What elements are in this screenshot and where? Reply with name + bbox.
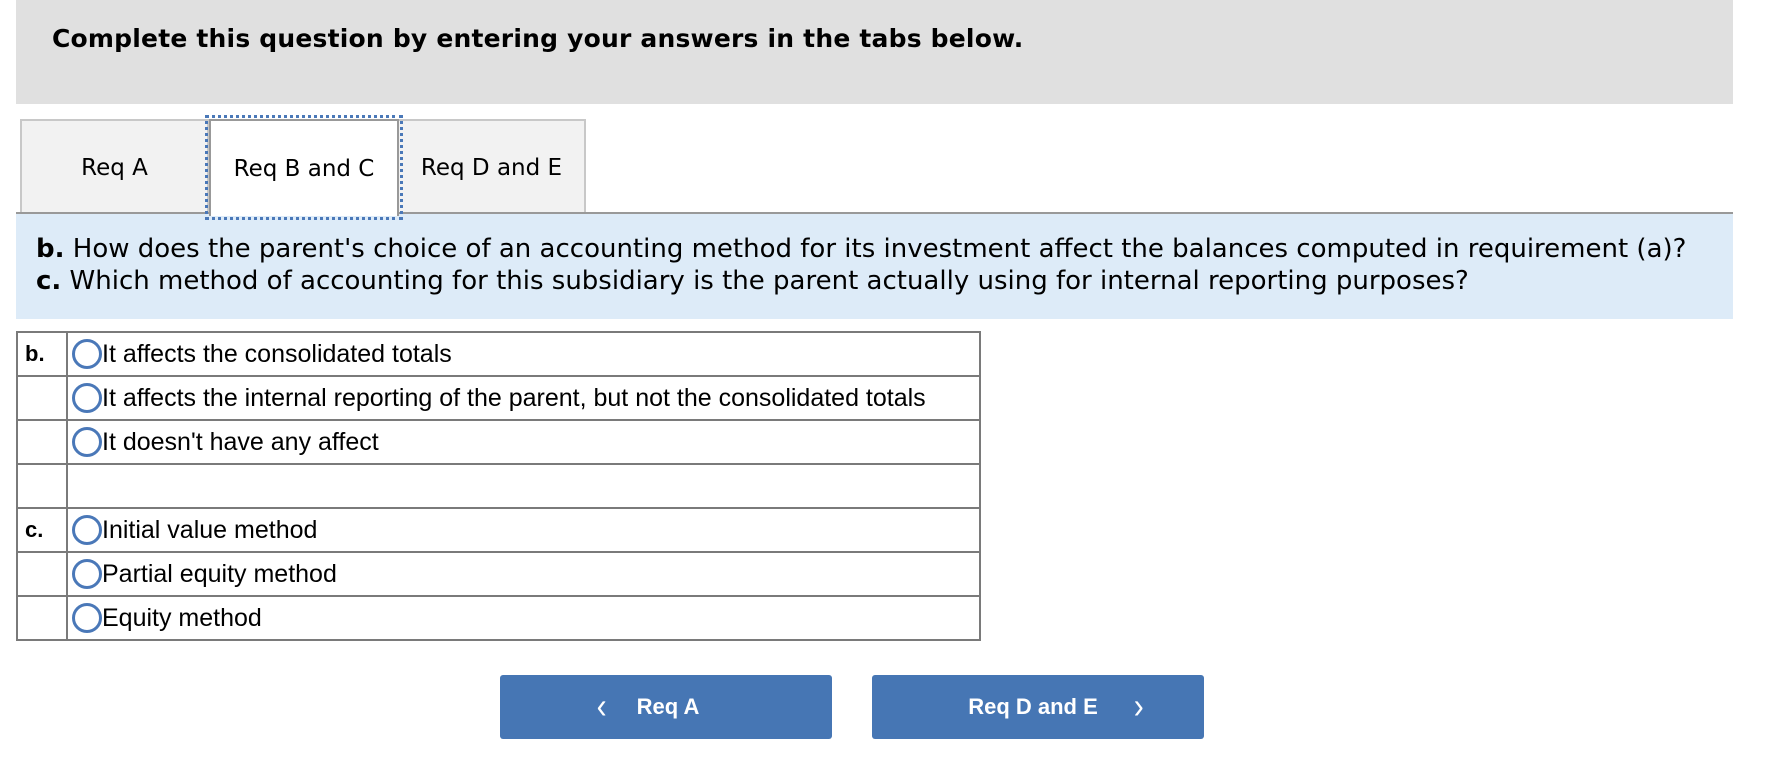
question-c-text: Which method of accounting for this subs… — [61, 266, 1469, 296]
radio-button-icon[interactable] — [72, 427, 102, 457]
answer-c-option-1[interactable]: Initial value method — [68, 509, 979, 551]
radio-button-icon[interactable] — [72, 603, 102, 633]
answer-c-option-2[interactable]: Partial equity method — [68, 553, 979, 595]
question-c: c. Which method of accounting for this s… — [36, 266, 1469, 296]
option-label: Equity method — [102, 603, 262, 632]
chevron-right-icon: › — [1133, 686, 1144, 727]
answer-c-option-3[interactable]: Equity method — [68, 597, 979, 639]
option-label: It affects the internal reporting of the… — [102, 383, 926, 412]
prev-button-label: Req A — [636, 694, 700, 719]
instruction-text: Complete this question by entering your … — [52, 24, 1024, 53]
option-label: It doesn't have any affect — [102, 427, 379, 456]
tab-req-d-and-e[interactable]: Req D and E — [399, 119, 586, 214]
prev-req-a-button[interactable]: ‹ Req A — [500, 675, 832, 739]
question-c-letter: c. — [36, 266, 62, 296]
requirement-tabs: Req A Req B and C Req D and E — [20, 115, 586, 220]
tab-req-a[interactable]: Req A — [20, 119, 209, 214]
radio-button-icon[interactable] — [72, 339, 102, 369]
radio-button-icon[interactable] — [72, 383, 102, 413]
table-row: Partial equity method — [16, 551, 981, 597]
question-panel: b. How does the parent's choice of an ac… — [16, 214, 1733, 319]
next-req-d-and-e-button[interactable]: Req D and E › — [872, 675, 1204, 739]
radio-button-icon[interactable] — [72, 515, 102, 545]
table-row: It affects the internal reporting of the… — [16, 375, 981, 421]
radio-button-icon[interactable] — [72, 559, 102, 589]
option-label: It affects the consolidated totals — [102, 339, 452, 368]
table-row: Equity method — [16, 595, 981, 641]
instruction-banner: Complete this question by entering your … — [16, 0, 1733, 104]
question-b: b. How does the parent's choice of an ac… — [36, 234, 1686, 264]
answer-b-option-2[interactable]: It affects the internal reporting of the… — [68, 377, 979, 419]
table-row: c. Initial value method — [16, 507, 981, 553]
next-button-label: Req D and E — [968, 694, 1098, 719]
question-b-letter: b. — [36, 234, 65, 264]
option-label: Initial value method — [102, 515, 318, 544]
answer-table: b. It affects the consolidated totals It… — [16, 331, 981, 641]
answer-b-option-3[interactable]: It doesn't have any affect — [68, 421, 979, 463]
tab-req-b-and-c[interactable]: Req B and C — [205, 115, 403, 220]
question-b-text: How does the parent's choice of an accou… — [64, 234, 1687, 264]
table-row-spacer — [16, 463, 981, 509]
table-row: b. It affects the consolidated totals — [16, 331, 981, 377]
chevron-left-icon: ‹ — [596, 686, 607, 727]
answer-b-option-1[interactable]: It affects the consolidated totals — [68, 333, 979, 375]
option-label: Partial equity method — [102, 559, 337, 588]
table-row: It doesn't have any affect — [16, 419, 981, 465]
answer-b-label: b. — [16, 331, 68, 377]
answer-c-label: c. — [16, 507, 68, 553]
